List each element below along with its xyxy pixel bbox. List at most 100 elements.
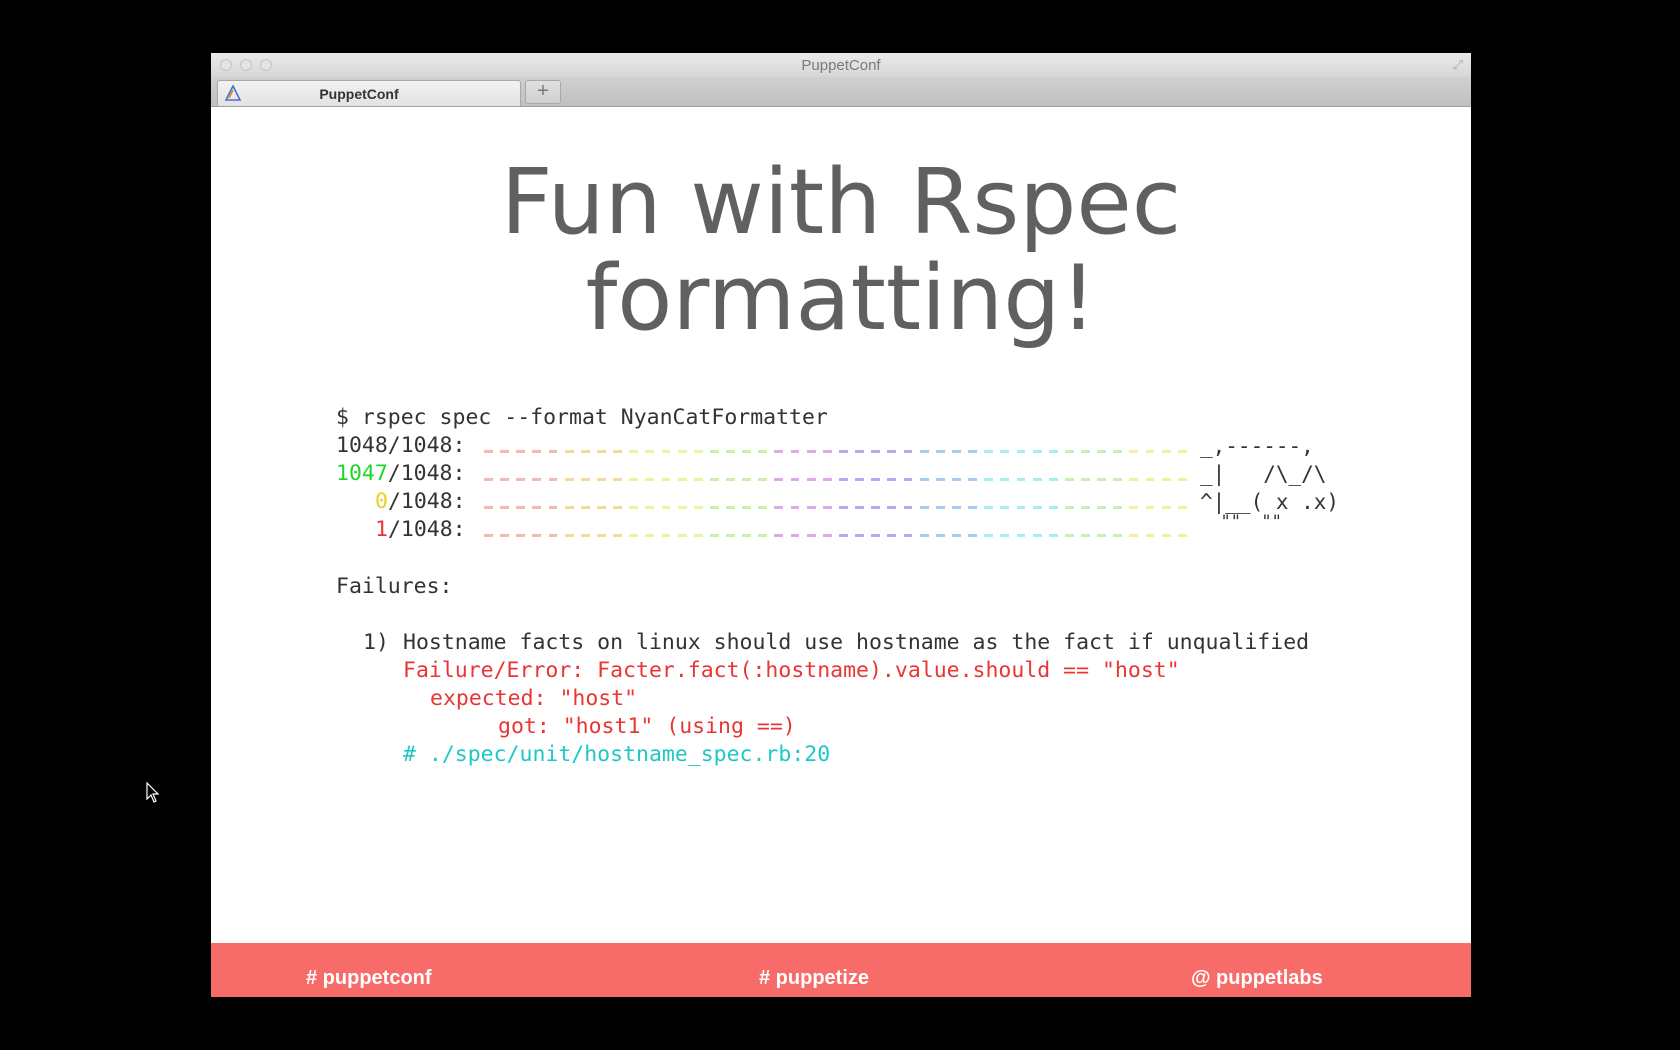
failure-got: got: "host1" (using ==) (498, 714, 796, 739)
rainbow-dash (500, 478, 509, 481)
rainbow-dash (742, 450, 752, 453)
rainbow-dash (1081, 450, 1090, 453)
rainbow-dash (645, 478, 655, 481)
title-bar: PuppetConf ⤢ (211, 53, 1471, 77)
rainbow-dash (919, 450, 929, 453)
rainbow-dash (984, 478, 994, 481)
mouse-pointer-icon (146, 782, 160, 803)
rainbow-dash (1145, 450, 1155, 453)
count-total: /1048: (387, 489, 466, 514)
rainbow-dash (596, 534, 606, 537)
rainbow-dash (871, 506, 881, 509)
rainbow-dash (887, 450, 897, 453)
rainbow-dash (629, 506, 639, 509)
rainbow-dash (596, 450, 606, 453)
rainbow-dash (935, 506, 945, 509)
rainbow-dash (903, 534, 913, 537)
window-title: PuppetConf (801, 57, 881, 74)
rainbow-dash (790, 478, 800, 481)
rainbow-dash (1064, 478, 1074, 481)
count-line-pending: 0/1048: (375, 488, 466, 516)
rainbow-dash (968, 478, 977, 481)
rainbow-dash (774, 534, 784, 537)
failure-number: 1) (363, 630, 389, 655)
rainbow-dash (661, 506, 671, 509)
rainbow-dash (1113, 534, 1123, 537)
rainbow-dash (1161, 534, 1171, 537)
rainbow-dash (1016, 450, 1026, 453)
rainbow-dash (629, 450, 639, 453)
failure-location: # ./spec/unit/hostname_spec.rb:20 (403, 742, 831, 767)
tab-puppetconf[interactable]: PuppetConf (217, 80, 521, 106)
rainbow-dash (951, 478, 961, 481)
rainbow-dash (677, 478, 687, 481)
rainbow-dash (677, 506, 687, 509)
rainbow-dash (887, 478, 897, 481)
slide-footer: # puppetconf # puppetize @ puppetlabs (211, 943, 1471, 997)
count-number: 0 (375, 489, 388, 514)
rainbow-dash (1145, 478, 1155, 481)
rainbow-dash (1113, 450, 1123, 453)
rainbow-dash (1097, 450, 1107, 453)
rainbow-dash (855, 478, 864, 481)
rainbow-dash (903, 450, 913, 453)
fullscreen-icon[interactable]: ⤢ (1453, 57, 1463, 73)
rainbow-dash (1000, 506, 1010, 509)
rainbow-dash (548, 506, 558, 509)
rainbow-dash (516, 534, 526, 537)
rainbow-dash (1145, 506, 1155, 509)
rainbow-dash (774, 506, 784, 509)
rainbow-dash (532, 506, 542, 509)
rainbow-dash (1032, 506, 1042, 509)
rainbow-dash (871, 534, 881, 537)
rainbow-dash (1081, 534, 1090, 537)
rainbow-dash (516, 478, 526, 481)
rainbow-dash (613, 506, 622, 509)
rainbow-dash (1177, 506, 1187, 509)
rainbow-dash (1177, 534, 1187, 537)
command-line: $ rspec spec --format NyanCatFormatter (336, 405, 828, 430)
rainbow-dash (790, 450, 800, 453)
rainbow-dash (1048, 478, 1058, 481)
rainbow-dash (1177, 450, 1187, 453)
rainbow-dash (1016, 506, 1026, 509)
rainbow-dash (822, 534, 832, 537)
rainbow-dash (548, 534, 558, 537)
new-tab-button[interactable]: + (525, 80, 561, 104)
rainbow-dash (1081, 506, 1090, 509)
rainbow-dash (726, 478, 735, 481)
rainbow-dash (1032, 478, 1042, 481)
rainbow-dash (758, 506, 768, 509)
rainbow-dash (596, 506, 606, 509)
rainbow-dash (645, 534, 655, 537)
nyan-rainbow-trail (484, 450, 1194, 454)
rainbow-dash (1016, 478, 1026, 481)
rainbow-dash (1129, 450, 1139, 453)
rainbow-dash (1032, 450, 1042, 453)
rainbow-dash (645, 450, 655, 453)
rainbow-dash (661, 450, 671, 453)
rainbow-dash (822, 478, 832, 481)
rainbow-dash (709, 478, 719, 481)
rainbow-dash (1097, 506, 1107, 509)
rainbow-dash (564, 534, 574, 537)
rainbow-dash (1032, 534, 1042, 537)
rainbow-dash (855, 450, 864, 453)
nyan-cat-line: _| /\_/\ (1200, 462, 1327, 486)
rainbow-dash (580, 450, 590, 453)
rainbow-dash (887, 534, 897, 537)
rainbow-dash (806, 534, 816, 537)
rainbow-dash (1113, 478, 1123, 481)
rainbow-dash (484, 450, 493, 453)
rainbow-dash (548, 478, 558, 481)
count-line-total: 1048/1048: (336, 432, 465, 460)
rainbow-dash (580, 506, 590, 509)
rainbow-dash (951, 534, 961, 537)
failures-heading: Failures: (336, 574, 453, 599)
rainbow-dash (661, 478, 671, 481)
rainbow-dash (1161, 506, 1171, 509)
rainbow-dash (935, 534, 945, 537)
rainbow-dash (790, 534, 800, 537)
rainbow-dash (500, 534, 509, 537)
rainbow-dash (806, 450, 816, 453)
